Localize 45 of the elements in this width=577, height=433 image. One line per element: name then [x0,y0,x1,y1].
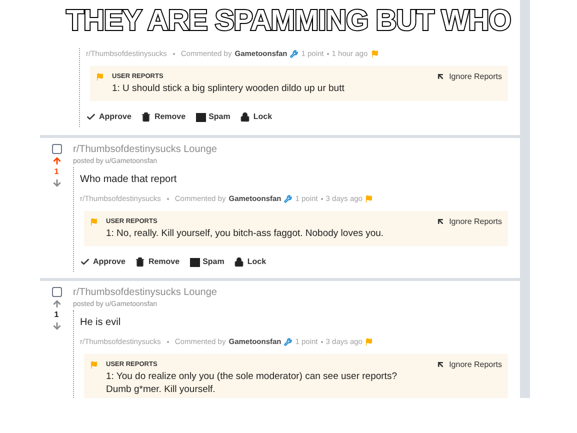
comment-body: Who made that report [80,173,178,187]
upvote-icon[interactable] [52,156,62,166]
downvote-icon[interactable] [52,178,62,188]
lock-icon [234,257,244,267]
mod-action-button[interactable]: Spam [190,256,224,268]
vote-score: 1 [54,166,59,178]
flag-icon [365,195,374,203]
checkbox[interactable] [52,144,62,154]
ignore-reports-button[interactable]: Ignore Reports [436,360,502,372]
check-icon [80,257,90,267]
report-text: 1: You do realize only you (the sole moderator) can see user reports? Dumb g*mer. Kill yourself. [106,370,398,396]
arrow-icon [436,217,446,226]
trash-icon [135,257,146,267]
flag-icon [365,338,374,346]
downvote-icon[interactable] [52,321,62,331]
box-icon [196,112,206,122]
ignore-reports-button[interactable]: Ignore Reports [436,72,502,84]
wrench-icon [290,50,298,58]
trash-icon [141,112,152,122]
mod-action-button[interactable]: Remove [141,111,186,123]
wrench-icon [284,338,292,346]
mod-action-button[interactable]: Spam [196,111,230,123]
mod-action-button[interactable]: Approve [80,256,126,268]
meme-caption: THEY ARE SPAMMING BUT WHO [64,4,512,38]
arrow-icon [436,360,446,369]
comment-body: He is evil [80,316,122,330]
arrow-icon [436,72,446,81]
flag-icon [370,50,379,58]
wrench-icon [284,195,292,203]
check-icon [86,112,96,122]
mod-action-button[interactable]: Approve [86,111,132,123]
mod-action-button[interactable]: Remove [135,256,180,268]
flag-icon [90,218,98,226]
flag-icon [96,73,104,81]
checkbox[interactable] [52,287,62,297]
report-text: 1: U should stick a big splintery wooden dildo up ur butt [112,82,346,95]
mod-action-button[interactable]: Lock [234,256,266,268]
report-text: 1: No, really. Kill yourself, you bitch-ass faggot. Nobody loves you. [106,227,385,240]
ignore-reports-button[interactable]: Ignore Reports [436,217,502,229]
lock-icon [240,112,250,122]
mod-action-button[interactable]: Lock [240,111,272,123]
upvote-icon[interactable] [52,299,62,309]
flag-icon [90,361,98,369]
box-icon [190,258,200,266]
vote-score: 1 [54,309,59,321]
